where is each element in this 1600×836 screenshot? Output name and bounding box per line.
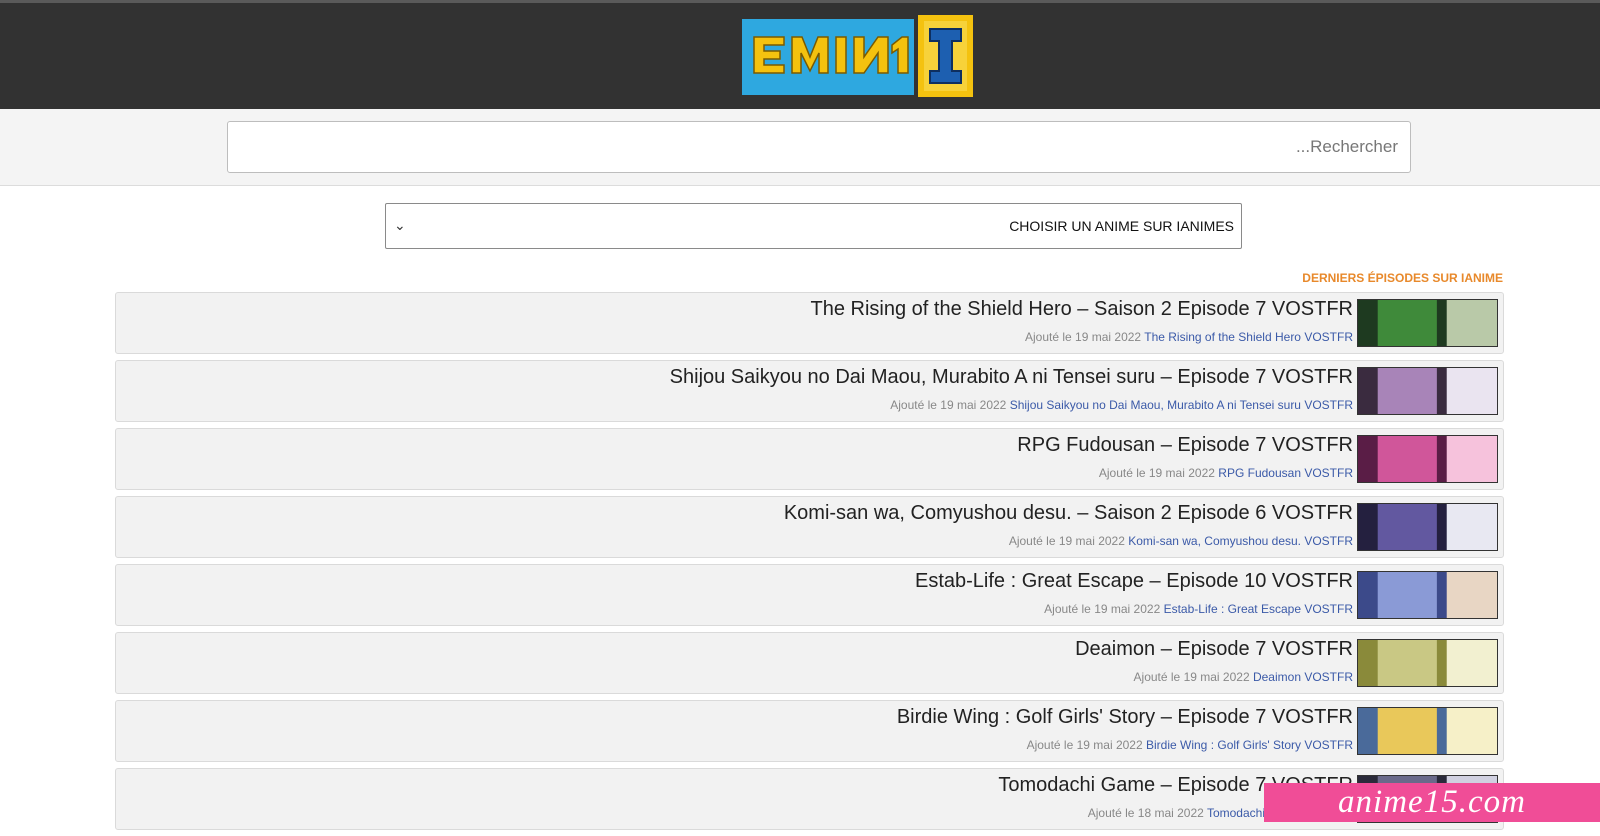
anime-selector[interactable]: ⌄ CHOISIR UN ANIME SUR IANIMES [385,203,1242,249]
anime-selector-value: CHOISIR UN ANIME SUR IANIMES [1009,218,1234,234]
episode-date: Ajouté le 19 mai 2022 [1098,466,1215,480]
episode-meta: Ajouté le 19 mai 2022 The Rising of the … [1025,330,1353,344]
search-box [227,121,1411,173]
episode-date: Ajouté le 19 mai 2022 [1025,330,1142,344]
section-title: DERNIERS ÉPISODES SUR IANIME [1302,271,1503,285]
episode-date: Ajouté le 19 mai 2022 [1026,738,1143,752]
episode-date: Ajouté le 19 mai 2022 [1133,670,1250,684]
watermark: anime15.com [1264,783,1600,822]
episode-item[interactable]: Komi-san wa, Comyushou desu. – Saison 2 … [115,496,1504,558]
chevron-down-icon: ⌄ [394,217,406,233]
episode-series-link[interactable]: Estab-Life : Great Escape VOSTFR [1164,602,1353,616]
episode-thumbnail[interactable] [1357,367,1498,415]
episode-title-link[interactable]: Estab-Life : Great Escape – Episode 10 V… [915,570,1353,593]
episode-date: Ajouté le 19 mai 2022 [1044,602,1161,616]
episode-thumbnail[interactable] [1357,639,1498,687]
episode-meta: Ajouté le 19 mai 2022 Estab-Life : Great… [1044,602,1353,616]
episode-meta: Ajouté le 19 mai 2022 RPG Fudousan VOSTF… [1099,466,1353,480]
episode-date: Ajouté le 18 mai 2022 [1087,806,1204,820]
episode-thumbnail[interactable] [1357,435,1498,483]
episode-meta: Ajouté le 19 mai 2022 Deaimon VOSTFR [1134,670,1353,684]
episode-series-link[interactable]: RPG Fudousan VOSTFR [1218,466,1353,480]
episode-thumbnail[interactable] [1357,707,1498,755]
search-band [0,109,1600,186]
episode-series-link[interactable]: The Rising of the Shield Hero VOSTFR [1144,330,1353,344]
episode-title-link[interactable]: Birdie Wing : Golf Girls' Story – Episod… [897,706,1353,729]
episode-item[interactable]: RPG Fudousan – Episode 7 VOSTFR Ajouté l… [115,428,1504,490]
top-header [0,0,1600,109]
episode-title-link[interactable]: Komi-san wa, Comyushou desu. – Saison 2 … [784,502,1353,525]
episode-date: Ajouté le 19 mai 2022 [1008,534,1125,548]
episode-item[interactable]: Deaimon – Episode 7 VOSTFR Ajouté le 19 … [115,632,1504,694]
episode-thumbnail[interactable] [1357,299,1498,347]
episode-item[interactable]: The Rising of the Shield Hero – Saison 2… [115,292,1504,354]
episode-item[interactable]: Estab-Life : Great Escape – Episode 10 V… [115,564,1504,626]
episode-item[interactable]: Birdie Wing : Golf Girls' Story – Episod… [115,700,1504,762]
ianime-logo[interactable] [742,15,973,97]
episode-meta: Ajouté le 19 mai 2022 Birdie Wing : Golf… [1027,738,1353,752]
episode-series-link[interactable]: Birdie Wing : Golf Girls' Story VOSTFR [1146,738,1353,752]
search-input[interactable] [228,122,1410,172]
episode-series-link[interactable]: Deaimon VOSTFR [1253,670,1353,684]
episode-thumbnail[interactable] [1357,571,1498,619]
episode-series-link[interactable]: Shijou Saikyou no Dai Maou, Murabito A n… [1010,398,1353,412]
episode-meta: Ajouté le 19 mai 2022 Komi-san wa, Comyu… [1009,534,1353,548]
episode-title-link[interactable]: The Rising of the Shield Hero – Saison 2… [811,298,1354,321]
episode-series-link[interactable]: Komi-san wa, Comyushou desu. VOSTFR [1128,534,1353,548]
episode-title-link[interactable]: Shijou Saikyou no Dai Maou, Murabito A n… [670,366,1353,389]
episode-thumbnail[interactable] [1357,503,1498,551]
episode-date: Ajouté le 19 mai 2022 [890,398,1007,412]
episode-meta: Ajouté le 19 mai 2022 Shijou Saikyou no … [890,398,1353,412]
episode-title-link[interactable]: RPG Fudousan – Episode 7 VOSTFR [1017,434,1353,457]
episode-title-link[interactable]: Deaimon – Episode 7 VOSTFR [1075,638,1353,661]
episode-item[interactable]: Shijou Saikyou no Dai Maou, Murabito A n… [115,360,1504,422]
episode-list: The Rising of the Shield Hero – Saison 2… [115,292,1504,836]
